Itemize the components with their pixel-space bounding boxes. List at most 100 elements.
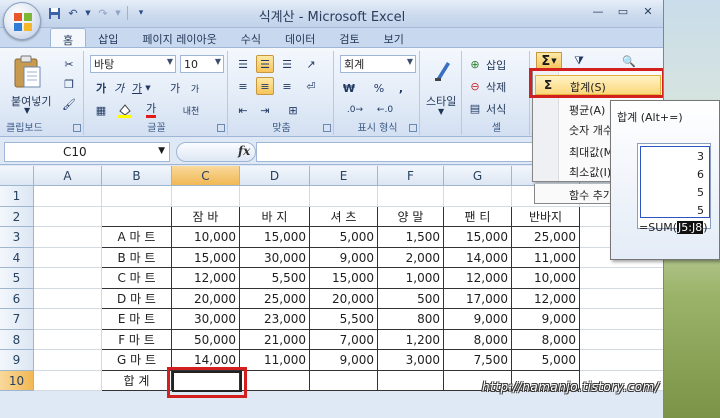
cell-e4[interactable]: 9,000 [310, 247, 378, 268]
cell-b4[interactable]: B 마 트 [102, 247, 172, 268]
column-header-a[interactable]: A [34, 166, 102, 186]
phonetic-button[interactable]: 내천 [176, 101, 206, 119]
cell-e7[interactable]: 5,500 [310, 309, 378, 330]
cell-e8[interactable]: 7,000 [310, 329, 378, 350]
decrease-indent-icon[interactable]: ⇤ [234, 101, 252, 119]
cell-c6[interactable]: 20,000 [172, 288, 240, 309]
cell-b5[interactable]: C 마 트 [102, 268, 172, 289]
cell-c5[interactable]: 12,000 [172, 268, 240, 289]
cell-b2[interactable] [102, 206, 172, 227]
tab-data[interactable]: 데이터 [273, 28, 327, 48]
cell-h4[interactable]: 11,000 [512, 247, 580, 268]
cell-c4[interactable]: 15,000 [172, 247, 240, 268]
increase-indent-icon[interactable]: ⇥ [256, 101, 274, 119]
cell-g9[interactable]: 7,500 [444, 350, 512, 371]
cell-d4[interactable]: 30,000 [240, 247, 310, 268]
cell-d9[interactable]: 11,000 [240, 350, 310, 371]
paste-dropdown-icon[interactable]: ▼ [24, 106, 30, 115]
cell-d8[interactable]: 21,000 [240, 329, 310, 350]
cell-b3[interactable]: A 마 트 [102, 227, 172, 248]
cell-d6[interactable]: 25,000 [240, 288, 310, 309]
underline-dropdown-icon[interactable]: ▼ [144, 79, 152, 97]
merge-center-icon[interactable]: ⊞ [284, 101, 302, 119]
select-all-corner[interactable] [0, 166, 34, 186]
align-center-icon[interactable]: ≡ [256, 77, 274, 95]
tab-review[interactable]: 검토 [327, 28, 371, 48]
cell-e2[interactable]: 셔 츠 [310, 206, 378, 227]
cell-i6[interactable] [580, 288, 663, 309]
menu-item-more-functions[interactable]: 함수 추가(F)... [534, 184, 610, 204]
cell-a7[interactable] [34, 309, 102, 330]
cell-h5[interactable]: 10,000 [512, 268, 580, 289]
cell-f4[interactable]: 2,000 [378, 247, 444, 268]
format-painter-icon[interactable]: 🖌 [60, 95, 78, 113]
bold-button[interactable]: 가 [92, 79, 110, 97]
number-launcher-icon[interactable] [409, 124, 417, 132]
font-name-combo[interactable]: 바탕 ▼ [90, 55, 176, 73]
cell-g3[interactable]: 15,000 [444, 227, 512, 248]
font-size-combo[interactable]: 10 ▼ [180, 55, 224, 73]
cell-e6[interactable]: 20,000 [310, 288, 378, 309]
column-header-f[interactable]: F [378, 166, 444, 186]
cell-b9[interactable]: G 마 트 [102, 350, 172, 371]
cell-a10[interactable] [34, 370, 102, 391]
cell-g6[interactable]: 17,000 [444, 288, 512, 309]
fill-color-icon[interactable] [116, 101, 134, 119]
align-right-icon[interactable]: ≡ [278, 77, 296, 95]
grow-font-button[interactable]: 가 [166, 79, 184, 97]
cell-f6[interactable]: 500 [378, 288, 444, 309]
currency-button[interactable]: ₩ [340, 79, 358, 97]
column-header-g[interactable]: G [444, 166, 512, 186]
cell-h9[interactable]: 5,000 [512, 350, 580, 371]
cell-i9[interactable] [580, 350, 663, 371]
cell-c8[interactable]: 50,000 [172, 329, 240, 350]
cell-f7[interactable]: 800 [378, 309, 444, 330]
styles-icon[interactable] [432, 57, 454, 83]
cell-d5[interactable]: 5,500 [240, 268, 310, 289]
cell-g1[interactable] [444, 186, 512, 207]
cell-b8[interactable]: F 마 트 [102, 329, 172, 350]
cell-e5[interactable]: 15,000 [310, 268, 378, 289]
column-header-b[interactable]: B [102, 166, 172, 186]
paste-label[interactable]: 붙여넣기 [11, 93, 51, 109]
cell-c1[interactable] [172, 186, 240, 207]
cell-h2[interactable]: 반바지 [512, 206, 580, 227]
align-left-icon[interactable]: ≡ [234, 77, 252, 95]
cell-b10[interactable]: 합 계 [102, 370, 172, 391]
cell-f3[interactable]: 1,500 [378, 227, 444, 248]
row-header-1[interactable]: 1 [0, 186, 34, 207]
cell-g2[interactable]: 팬 티 [444, 206, 512, 227]
cell-a6[interactable] [34, 288, 102, 309]
cell-f10[interactable] [378, 370, 444, 391]
align-bottom-icon[interactable]: ☰ [278, 55, 296, 73]
paste-icon[interactable] [12, 55, 42, 91]
alignment-launcher-icon[interactable] [323, 124, 331, 132]
cell-e1[interactable] [310, 186, 378, 207]
increase-decimal-icon[interactable]: .0→ [346, 101, 364, 119]
row-header-10[interactable]: 10 [0, 370, 34, 391]
row-header-6[interactable]: 6 [0, 288, 34, 309]
row-header-9[interactable]: 9 [0, 350, 34, 371]
number-format-combo[interactable]: 회계 ▼ [340, 55, 416, 73]
cell-c7[interactable]: 30,000 [172, 309, 240, 330]
font-color-button[interactable]: 가 [142, 101, 160, 119]
cell-a3[interactable] [34, 227, 102, 248]
cell-f8[interactable]: 1,200 [378, 329, 444, 350]
delete-cells-button[interactable]: 삭제 [486, 79, 506, 95]
cell-f5[interactable]: 1,000 [378, 268, 444, 289]
column-header-e[interactable]: E [310, 166, 378, 186]
cell-e9[interactable]: 9,000 [310, 350, 378, 371]
cell-c2[interactable]: 잠 바 [172, 206, 240, 227]
row-header-5[interactable]: 5 [0, 268, 34, 289]
maximize-button[interactable]: ▭ [611, 2, 635, 20]
cell-a9[interactable] [34, 350, 102, 371]
shrink-font-button[interactable]: 가 [186, 79, 204, 97]
cell-b6[interactable]: D 마 트 [102, 288, 172, 309]
insert-function-button[interactable]: fx [238, 144, 250, 158]
cell-a5[interactable] [34, 268, 102, 289]
cell-f9[interactable]: 3,000 [378, 350, 444, 371]
tab-page-layout[interactable]: 페이지 레이아웃 [130, 28, 228, 48]
copy-icon[interactable]: ❐ [60, 75, 78, 93]
cell-e10[interactable] [310, 370, 378, 391]
format-cells-button[interactable]: 서식 [486, 101, 506, 117]
